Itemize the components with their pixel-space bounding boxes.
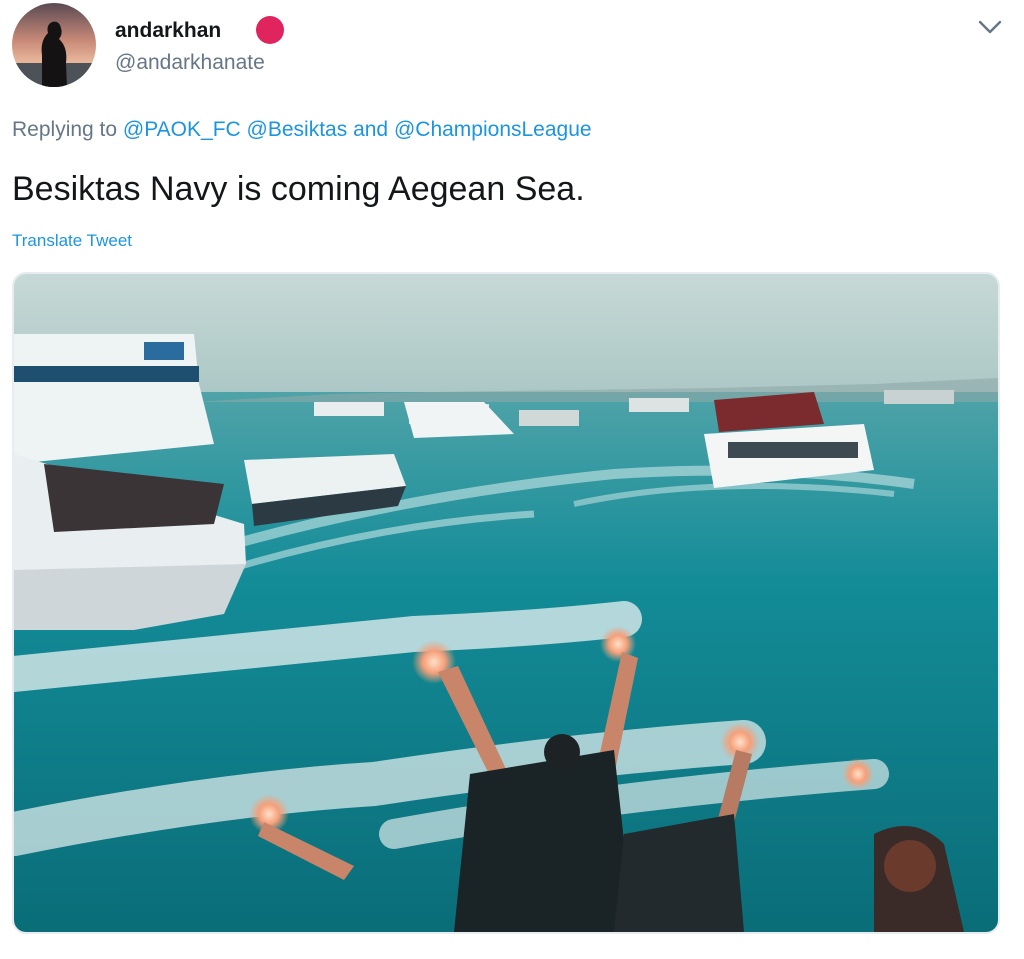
tweet-photo[interactable] — [12, 272, 1000, 934]
user-handle[interactable]: @andarkhanate — [115, 51, 265, 75]
replying-to: Replying to @PAOK_FC @Besiktas and @Cham… — [12, 118, 592, 142]
translate-tweet-link[interactable]: Translate Tweet — [12, 231, 132, 251]
mention-link-besiktas[interactable]: @Besiktas — [247, 118, 348, 141]
mention-link-championsleague[interactable]: @ChampionsLeague — [394, 118, 592, 141]
avatar[interactable] — [12, 3, 96, 87]
replying-to-label: Replying to — [12, 118, 118, 141]
display-name[interactable]: andarkhan — [115, 19, 221, 43]
chevron-down-icon[interactable] — [972, 9, 1008, 45]
mention-link-paok[interactable]: @PAOK_FC — [123, 118, 241, 141]
red-circle-icon — [255, 15, 285, 45]
tweet-header: andarkhan @andarkhanate — [12, 3, 1012, 93]
mention-and[interactable]: and — [353, 118, 388, 141]
tweet-text: Besiktas Navy is coming Aegean Sea. — [12, 170, 585, 208]
